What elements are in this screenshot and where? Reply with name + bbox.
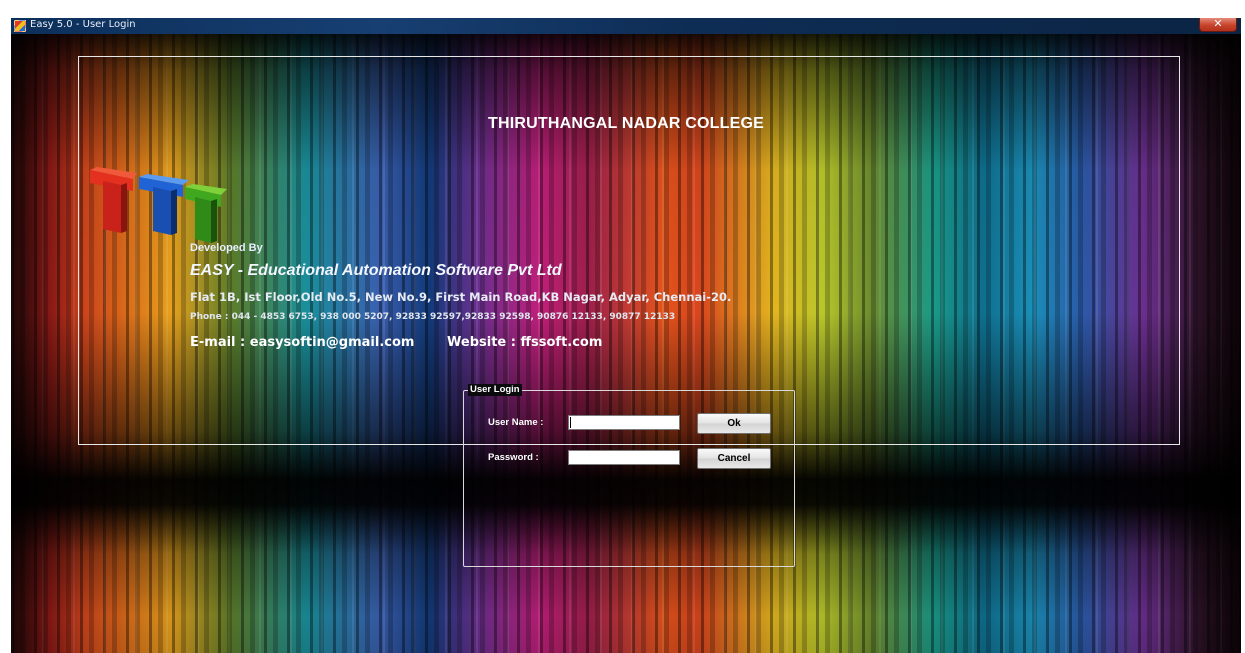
company-address: Flat 1B, Ist Floor,Old No.5, New No.9, F… bbox=[190, 290, 732, 304]
title-bar[interactable]: Easy 5.0 - User Login ✕ bbox=[11, 18, 1241, 34]
password-label: Password : bbox=[488, 452, 539, 463]
app-icon bbox=[14, 20, 26, 32]
user-login-group-title: User Login bbox=[468, 384, 522, 396]
ttt-logo-icon bbox=[90, 167, 227, 243]
user-login-group: User Login User Name : Ok Password : Can… bbox=[463, 384, 795, 567]
developed-by-label: Developed By bbox=[190, 242, 263, 254]
background: THIRUTHANGAL NADAR COLLEGE Developed By … bbox=[11, 34, 1241, 653]
company-website: Website : ffssoft.com bbox=[447, 335, 603, 350]
ok-button[interactable]: Ok bbox=[697, 413, 771, 434]
company-phone: Phone : 044 - 4853 6753, 938 000 5207, 9… bbox=[190, 312, 676, 322]
username-label: User Name : bbox=[488, 417, 544, 428]
login-window: Easy 5.0 - User Login ✕ THIRUTHANGAL NAD… bbox=[11, 18, 1241, 653]
password-input[interactable] bbox=[568, 450, 680, 465]
company-email: E-mail : easysoftin@gmail.com bbox=[190, 335, 415, 350]
college-title: THIRUTHANGAL NADAR COLLEGE bbox=[487, 115, 764, 132]
company-name: EASY - Educational Automation Software P… bbox=[190, 262, 562, 279]
cancel-button[interactable]: Cancel bbox=[697, 448, 771, 469]
window-title: Easy 5.0 - User Login bbox=[30, 19, 136, 30]
text-cursor bbox=[570, 417, 571, 428]
close-button[interactable]: ✕ bbox=[1199, 18, 1237, 32]
username-input[interactable] bbox=[568, 415, 680, 430]
